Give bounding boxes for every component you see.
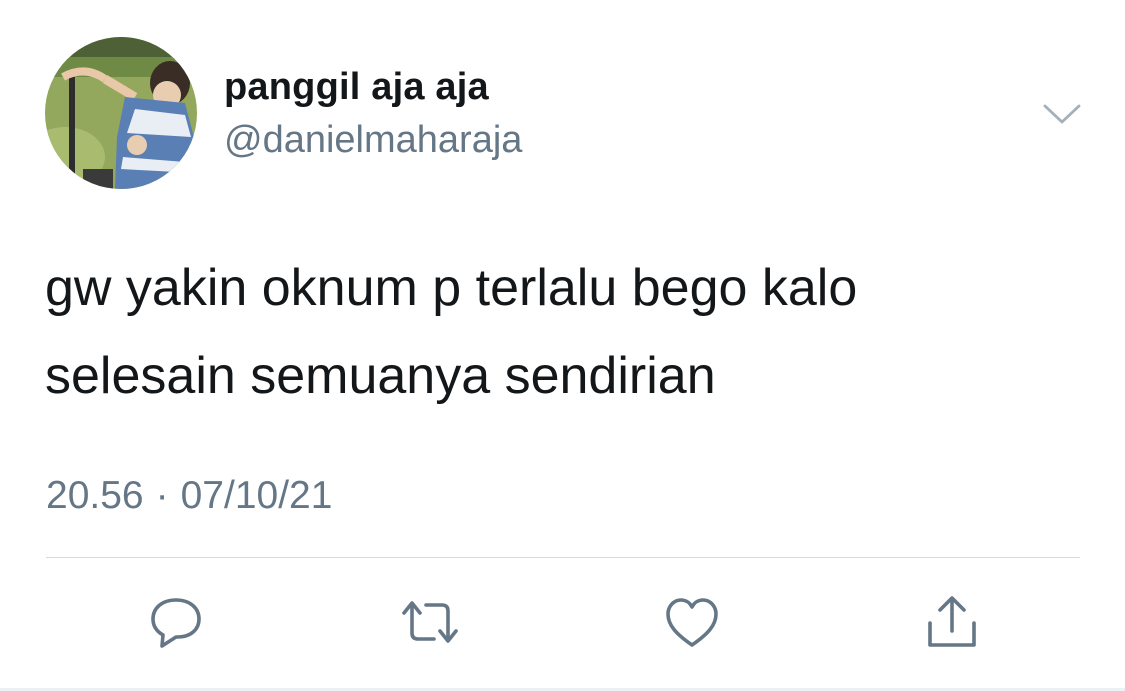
reply-button[interactable] [144,590,208,654]
tweet-text-line-1: gw yakin oknum p terlalu bego kalo [45,259,858,317]
tweet-time: 20.56 [46,474,144,517]
reply-icon [151,598,201,648]
timestamp-separator: · [155,474,169,517]
tweet-date: 07/10/21 [180,474,333,517]
tweet-menu-button[interactable] [1040,92,1084,136]
share-button[interactable] [920,590,984,654]
avatar[interactable] [45,37,197,189]
like-icon [666,598,718,647]
divider [46,557,1080,558]
share-icon [928,596,976,647]
author-handle[interactable]: @danielmaharaja [224,119,522,162]
action-bar [0,590,1125,660]
profile-photo-icon [45,37,197,189]
retweet-button[interactable] [398,590,462,654]
tweet-card: panggil aja aja @danielmaharaja gw yakin… [0,0,1125,691]
tweet-text-line-2: selesain semuanya sendirian [45,347,716,405]
chevron-down-icon [1043,104,1081,124]
like-button[interactable] [660,590,724,654]
tweet-timestamp[interactable]: 20.56 · 07/10/21 [46,474,332,518]
author-display-name[interactable]: panggil aja aja [224,66,489,109]
retweet-icon [402,601,458,643]
tweet-text: gw yakin oknum p terlalu bego kalo seles… [45,244,1085,420]
